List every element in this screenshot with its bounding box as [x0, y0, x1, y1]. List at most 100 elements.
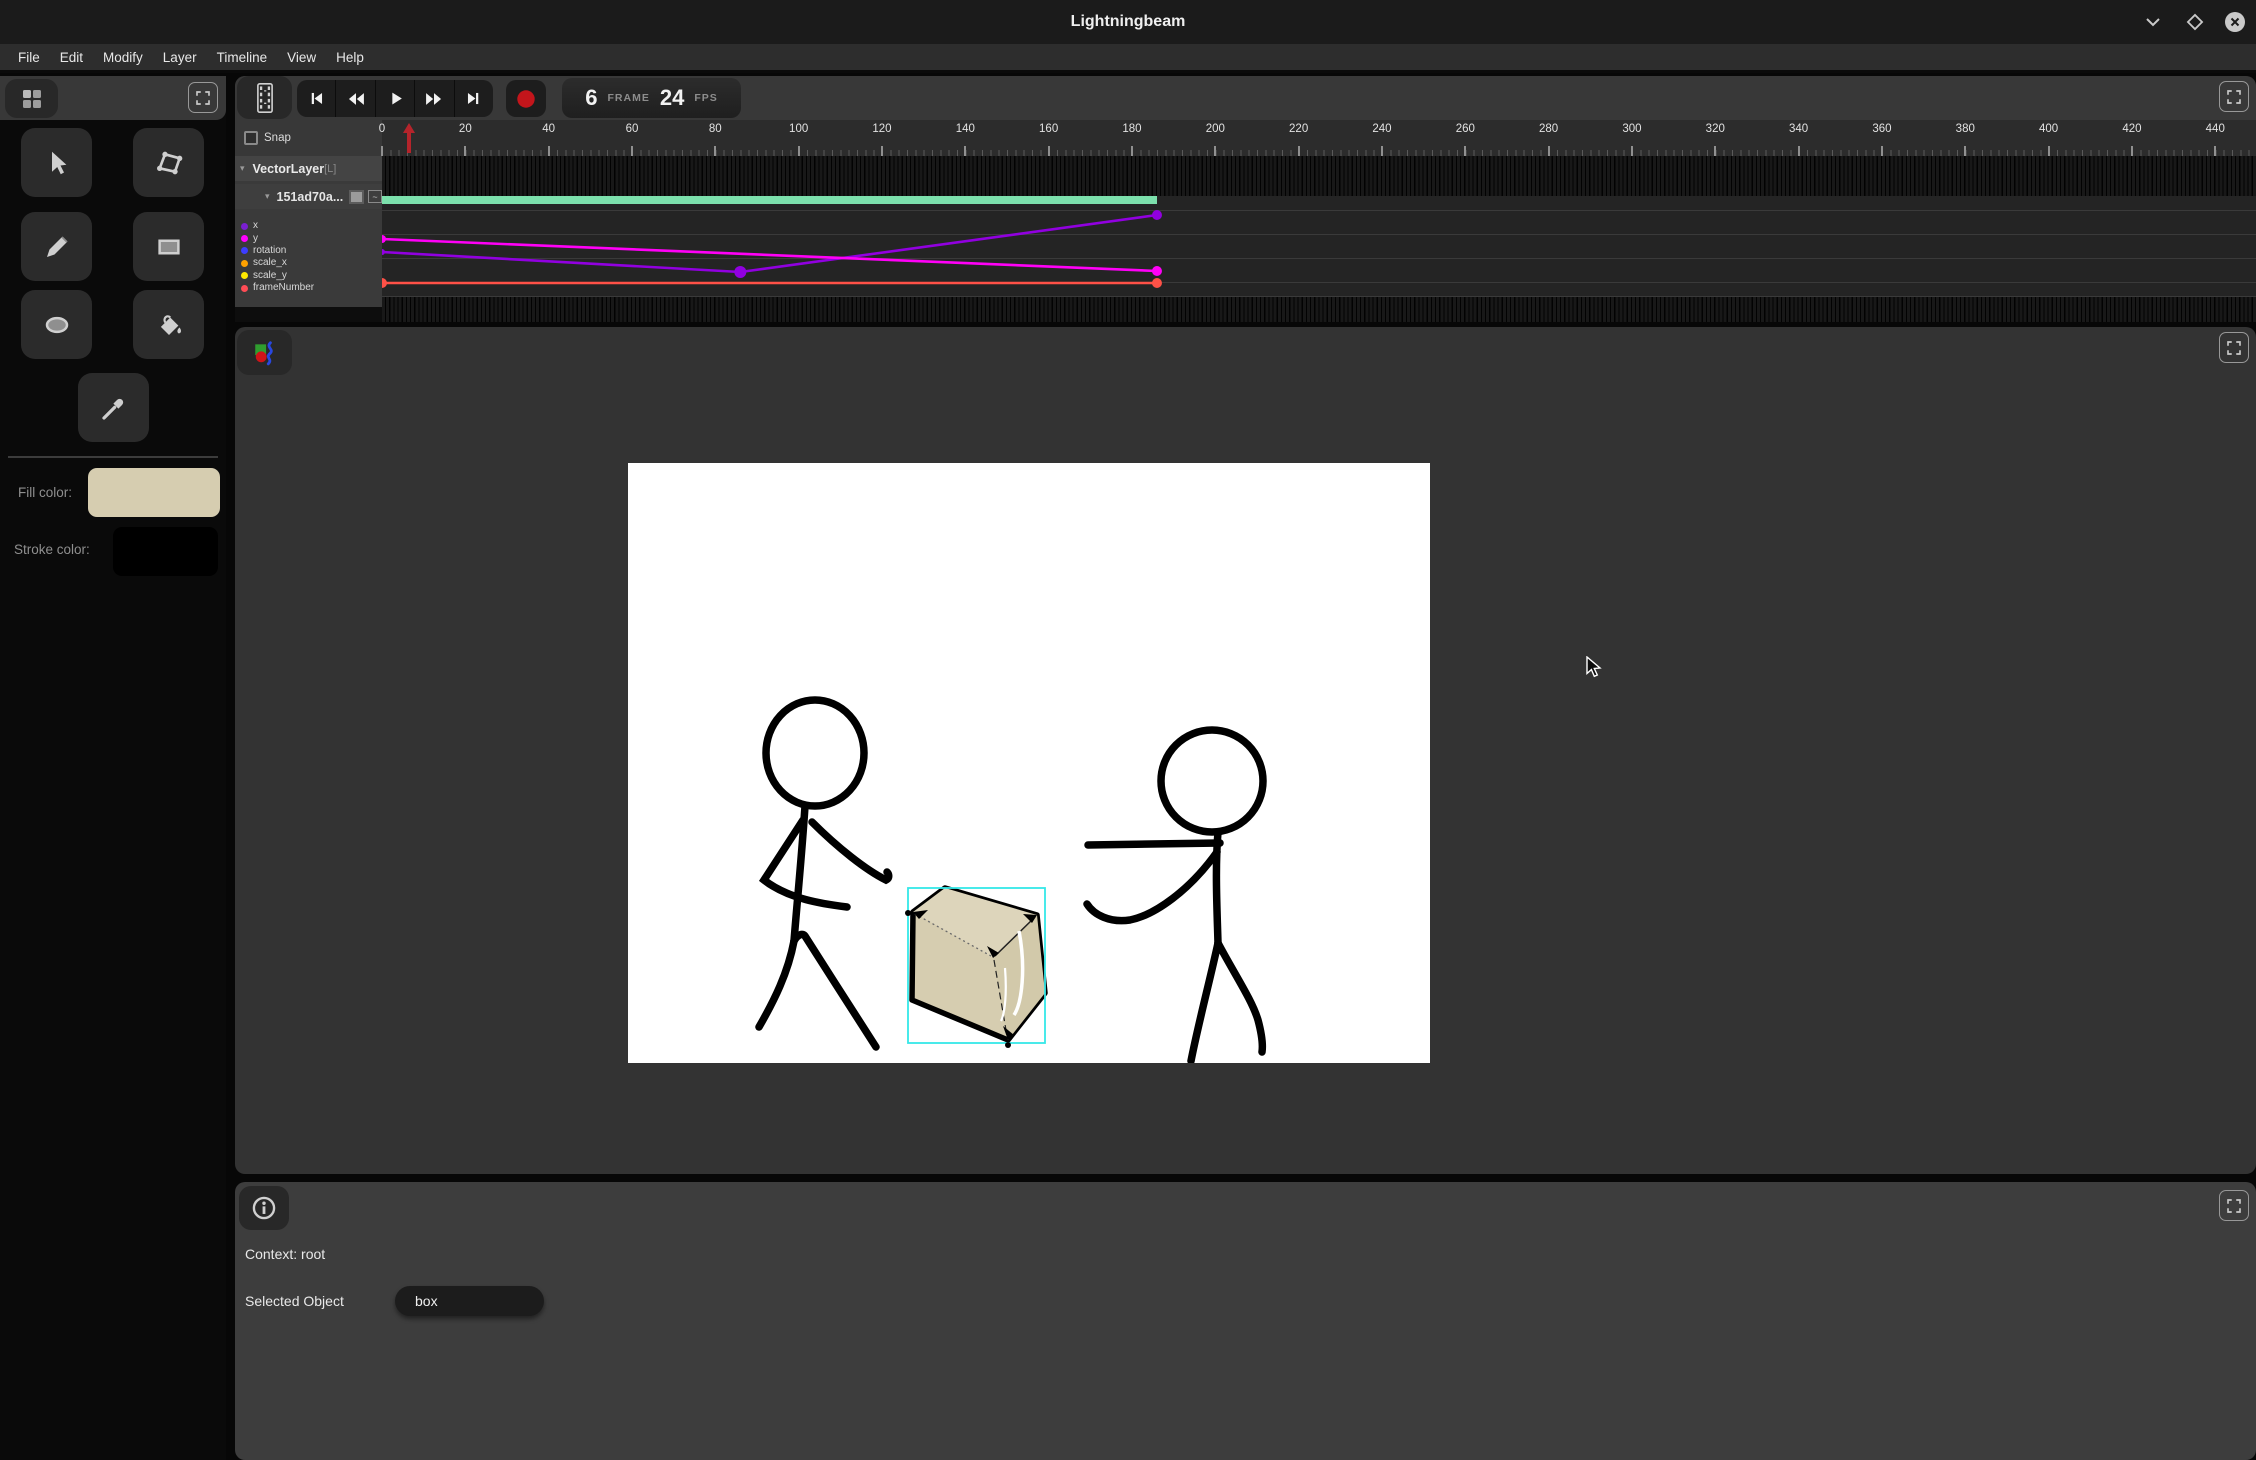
- menu-item-file[interactable]: File: [8, 46, 50, 69]
- ruler-tick-label: 300: [1622, 123, 1641, 135]
- keyframe-dot-frameNumber[interactable]: [1152, 278, 1162, 288]
- ruler-tick-label: 220: [1289, 123, 1308, 135]
- keyframe-dot-x[interactable]: [382, 249, 385, 255]
- keyframe-dot-x[interactable]: [1152, 210, 1162, 220]
- ruler-tick-label: 360: [1872, 123, 1891, 135]
- ruler-tick-label: 200: [1206, 123, 1225, 135]
- timeline-tracks[interactable]: 0204060801001201401601802002202402602803…: [382, 120, 2256, 322]
- play-icon: [386, 89, 405, 108]
- record-icon: [515, 88, 537, 110]
- menu-item-modify[interactable]: Modify: [93, 46, 153, 69]
- record-button[interactable]: [506, 80, 546, 117]
- tool-rectangle-button[interactable]: [133, 212, 204, 281]
- ruler-major-tick: [548, 146, 550, 156]
- menu-item-view[interactable]: View: [277, 46, 326, 69]
- skip-to-start-button[interactable]: [297, 80, 336, 117]
- mouse-cursor-icon: [1585, 656, 1607, 685]
- tool-select-button[interactable]: [21, 128, 92, 197]
- info-expand-button[interactable]: [2219, 1190, 2249, 1221]
- rewind-icon: [346, 89, 366, 109]
- playhead-icon: [402, 122, 416, 154]
- stage-drawing: [628, 463, 1430, 1063]
- stroke-color-swatch[interactable]: [113, 527, 218, 576]
- shapes-icon: [252, 340, 278, 366]
- skip-to-end-button[interactable]: [455, 80, 493, 117]
- maximize-icon[interactable]: [2180, 7, 2210, 37]
- keyframe-dot-y[interactable]: [1152, 266, 1162, 276]
- property-name: y: [253, 234, 258, 244]
- playhead[interactable]: [402, 122, 416, 159]
- keyframe-dot-y[interactable]: [382, 235, 386, 243]
- curve-y[interactable]: [382, 239, 1157, 271]
- tool-eyedropper-button[interactable]: [78, 373, 149, 442]
- rewind-button[interactable]: [336, 80, 375, 117]
- ruler-major-tick: [798, 146, 800, 156]
- minimize-icon[interactable]: [2138, 7, 2168, 37]
- stick-figure-left[interactable]: [759, 700, 889, 1047]
- menu-item-layer[interactable]: Layer: [153, 46, 207, 69]
- layer-row-object[interactable]: ▾ 151ad70a... ~: [235, 184, 382, 209]
- selection-anchor[interactable]: [1005, 1042, 1011, 1048]
- keyframe-curves[interactable]: [382, 156, 2256, 322]
- info-tab-button[interactable]: [239, 1186, 289, 1230]
- property-row-y[interactable]: y: [235, 232, 382, 244]
- property-row-frameNumber[interactable]: frameNumber: [235, 282, 382, 294]
- timeline-panel: 6 FRAME 24 FPS Snap ▾ VectorLayer [L]: [235, 76, 2256, 322]
- keyframe-dot-x[interactable]: [734, 266, 746, 278]
- fill-color-swatch[interactable]: [88, 468, 220, 517]
- menu-item-help[interactable]: Help: [326, 46, 374, 69]
- menu-item-timeline[interactable]: Timeline: [207, 46, 278, 69]
- layer-modifier-button[interactable]: ~: [368, 190, 382, 203]
- box-object[interactable]: [912, 888, 1045, 1040]
- property-row-rotation[interactable]: rotation: [235, 245, 382, 257]
- ruler-major-tick: [1631, 146, 1633, 156]
- ellipse-icon: [42, 310, 72, 340]
- ruler-tick-label: 40: [542, 123, 555, 135]
- workspace: Fill color: Stroke color:: [0, 76, 2256, 1460]
- ruler-major-tick: [1298, 146, 1300, 156]
- timeline-expand-button[interactable]: [2219, 81, 2249, 112]
- ruler-tick-label: 180: [1122, 123, 1141, 135]
- timeline-ruler[interactable]: 0204060801001201401601802002202402602803…: [382, 120, 2256, 156]
- object-name: 151ad70a...: [277, 190, 344, 204]
- animation-stage[interactable]: [628, 463, 1430, 1063]
- canvas-tab-button[interactable]: [237, 330, 292, 375]
- title-bar: Lightningbeam: [0, 0, 2256, 44]
- timeline-tab-button[interactable]: [237, 76, 292, 119]
- snap-checkbox[interactable]: [244, 131, 258, 145]
- selection-anchor[interactable]: [905, 910, 911, 916]
- paint-bucket-icon: [154, 310, 184, 340]
- selected-object-row: Selected Object box: [245, 1286, 544, 1316]
- property-row-scale_x[interactable]: scale_x: [235, 257, 382, 269]
- property-row-scale_y[interactable]: scale_y: [235, 270, 382, 282]
- snap-row: Snap: [235, 120, 382, 156]
- tool-paint-bucket-button[interactable]: [133, 290, 204, 359]
- track-area[interactable]: [382, 156, 2256, 322]
- grid-icon: [20, 87, 44, 111]
- fill-color-label: Fill color:: [18, 485, 72, 500]
- ruler-major-tick: [2131, 146, 2133, 156]
- keyframe-dot-frameNumber[interactable]: [382, 278, 387, 288]
- close-icon[interactable]: [2220, 7, 2250, 37]
- object-expander-icon[interactable]: ▾: [265, 191, 270, 202]
- play-button[interactable]: [376, 80, 415, 117]
- canvas-expand-button[interactable]: [2219, 332, 2249, 363]
- property-row-x[interactable]: x: [235, 220, 382, 232]
- tool-pencil-button[interactable]: [21, 212, 92, 281]
- ruler-tick-label: 20: [459, 123, 472, 135]
- tool-transform-button[interactable]: [133, 128, 204, 197]
- ruler-tick-label: 380: [1956, 123, 1975, 135]
- panel-grid-button[interactable]: [5, 79, 58, 118]
- layer-visibility-swatch[interactable]: [349, 190, 364, 204]
- eyedropper-icon: [99, 393, 129, 423]
- selected-object-label: Selected Object: [245, 1293, 395, 1309]
- layer-row-vectorlayer[interactable]: ▾ VectorLayer [L]: [235, 156, 382, 181]
- stick-figure-right[interactable]: [1087, 730, 1263, 1061]
- ruler-major-tick: [631, 146, 633, 156]
- layer-expander-icon[interactable]: ▾: [240, 163, 245, 174]
- fast-forward-button[interactable]: [415, 80, 454, 117]
- selected-object-pill[interactable]: box: [395, 1286, 544, 1316]
- sidebar-expand-button[interactable]: [188, 82, 218, 113]
- menu-item-edit[interactable]: Edit: [50, 46, 93, 69]
- tool-ellipse-button[interactable]: [21, 290, 92, 359]
